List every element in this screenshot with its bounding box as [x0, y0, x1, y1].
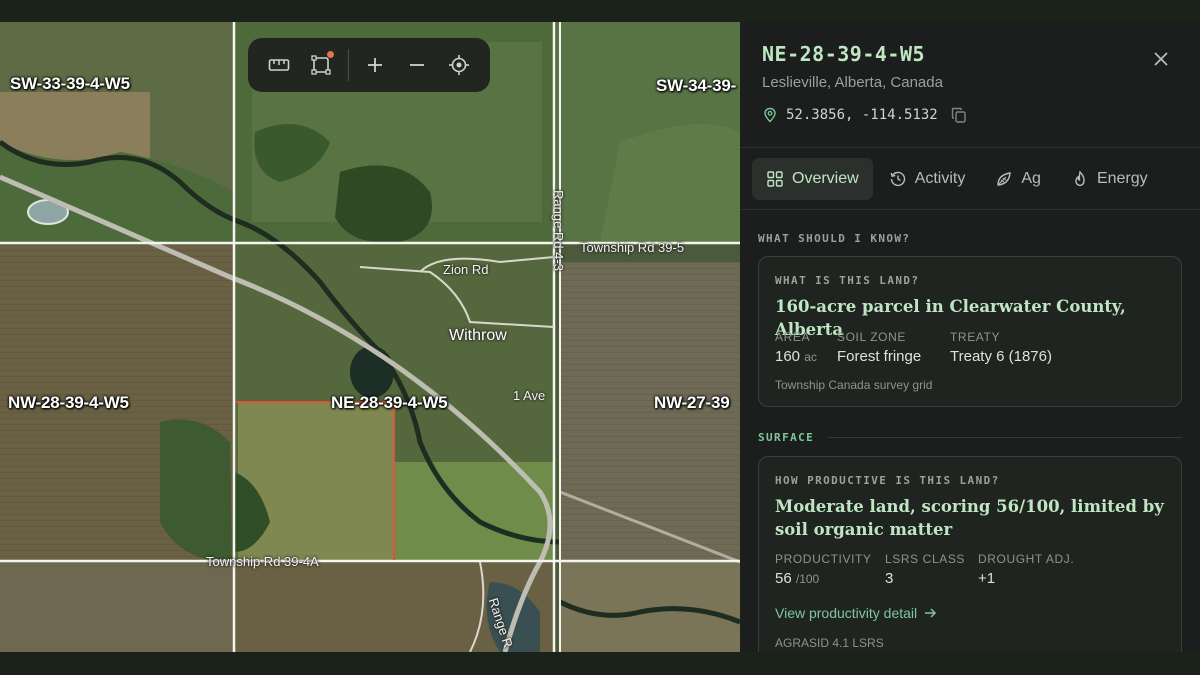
- panel-header: NE-28-39-4-W5 Leslieville, Alberta, Cana…: [740, 22, 1200, 148]
- productivity-card: HOW PRODUCTIVE IS THIS LAND? Moderate la…: [758, 456, 1182, 652]
- view-productivity-detail-link[interactable]: View productivity detail: [775, 605, 937, 621]
- tab-ag[interactable]: Ag: [981, 158, 1055, 200]
- close-icon[interactable]: [1150, 48, 1172, 70]
- stat-treaty: TREATY Treaty 6 (1876): [950, 330, 1052, 365]
- copy-icon[interactable]: [950, 106, 968, 124]
- panel-tabs: Overview Activity Ag Energy: [752, 158, 1192, 200]
- zoom-in-button[interactable]: [355, 44, 397, 86]
- parcel-label-nw28[interactable]: NW-28-39-4-W5: [8, 393, 129, 413]
- tab-overview-label: Overview: [792, 170, 859, 187]
- stat-lsrs-class: LSRS CLASS 3: [885, 552, 965, 587]
- road-label-zion-rd: Zion Rd: [443, 262, 489, 277]
- leaf-icon: [997, 172, 1012, 186]
- grid-icon: [767, 171, 783, 187]
- stat-productivity: PRODUCTIVITY 56 /100: [775, 552, 872, 587]
- stat-number: 160: [775, 348, 801, 365]
- ruler-icon: [268, 59, 290, 71]
- section-heading-surface: SURFACE: [758, 431, 815, 444]
- stat-soil-zone: SOIL ZONE Forest fringe: [837, 330, 921, 365]
- tab-activity-label: Activity: [914, 170, 966, 187]
- stat-value: 160 ac: [775, 348, 817, 365]
- measure-button[interactable]: [258, 44, 300, 86]
- road-label-1-ave: 1 Ave: [513, 388, 546, 403]
- map-toolbar: [248, 38, 490, 92]
- draw-area-button[interactable]: [300, 44, 342, 86]
- stat-label: TREATY: [950, 330, 1001, 344]
- parcel-label-nw27[interactable]: NW-27-39: [654, 393, 730, 413]
- locate-icon: [449, 55, 470, 75]
- card-question: WHAT IS THIS LAND?: [775, 274, 920, 287]
- parcel-location: Leslieville, Alberta, Canada: [762, 74, 943, 91]
- section-rule: [828, 437, 1182, 438]
- stat-unit: /100: [795, 572, 820, 586]
- tab-ag-label: Ag: [1021, 170, 1041, 187]
- stat-value: 56 /100: [775, 570, 872, 587]
- land-summary-card: WHAT IS THIS LAND? 160-acre parcel in Cl…: [758, 256, 1182, 407]
- notification-dot: [326, 51, 334, 58]
- coordinates-text: 52.3856, -114.5132: [786, 107, 938, 123]
- map-pin-icon: [764, 107, 776, 123]
- arrow-right-icon: [925, 608, 937, 618]
- history-icon: [890, 171, 905, 187]
- stat-label: SOIL ZONE: [837, 330, 906, 344]
- section-heading-what-should-i-know: WHAT SHOULD I KNOW?: [758, 232, 911, 245]
- stat-unit: ac: [804, 350, 817, 364]
- zoom-out-icon: [410, 64, 425, 66]
- stat-label: DROUGHT ADJ.: [978, 552, 1075, 566]
- toolbar-divider: [347, 49, 349, 81]
- road-label-township-39-5: Township Rd 39-5: [580, 240, 685, 255]
- tabs-divider: [740, 209, 1200, 210]
- card-question: HOW PRODUCTIVE IS THIS LAND?: [775, 474, 1000, 487]
- coordinates-row: 52.3856, -114.5132: [762, 106, 968, 124]
- satellite-map[interactable]: SW-33-39-4-W5 SW-34-39- NW-28-39-4-W5 NE…: [0, 22, 740, 652]
- tab-activity[interactable]: Activity: [875, 158, 980, 200]
- zoom-in-icon: [368, 58, 383, 72]
- stat-number: 56: [775, 570, 792, 587]
- parcel-label-sw34[interactable]: SW-34-39-: [656, 76, 736, 96]
- stat-value: Forest fringe: [837, 348, 922, 365]
- parcel-label-ne28[interactable]: NE-28-39-4-W5: [331, 393, 448, 413]
- tab-energy[interactable]: Energy: [1057, 158, 1162, 200]
- tab-overview[interactable]: Overview: [752, 158, 873, 200]
- card-source-note: AGRASID 4.1 LSRS: [775, 636, 884, 650]
- road-label-township-39-4a: Township Rd 39-4A: [206, 554, 319, 569]
- stat-value: Treaty 6 (1876): [950, 348, 1052, 365]
- app-frame: SW-33-39-4-W5 SW-34-39- NW-28-39-4-W5 NE…: [0, 22, 1200, 652]
- road-label-range-rd-4-3: Range Rd 4-3: [551, 190, 566, 271]
- stat-value: 3: [885, 570, 894, 587]
- parcel-label-sw33[interactable]: SW-33-39-4-W5: [10, 74, 130, 94]
- stat-value: +1: [978, 570, 996, 587]
- stat-area: AREA 160 ac: [775, 330, 817, 365]
- stat-drought-adj: DROUGHT ADJ. +1: [978, 552, 1074, 587]
- parcel-title: NE-28-39-4-W5: [762, 42, 926, 66]
- tab-energy-label: Energy: [1096, 170, 1148, 187]
- stat-label: AREA: [775, 330, 811, 344]
- locate-button[interactable]: [438, 44, 480, 86]
- card-source-note: Township Canada survey grid: [775, 378, 933, 392]
- stat-label: LSRS CLASS: [885, 552, 966, 566]
- parcel-detail-panel: NE-28-39-4-W5 Leslieville, Alberta, Cana…: [740, 22, 1200, 652]
- card-headline: Moderate land, scoring 56/100, limited b…: [775, 497, 1164, 539]
- map-imagery: [0, 22, 740, 652]
- zoom-out-button[interactable]: [396, 44, 438, 86]
- link-label: View productivity detail: [775, 605, 918, 621]
- flame-icon: [1075, 170, 1085, 187]
- stat-label: PRODUCTIVITY: [775, 552, 872, 566]
- place-label-withrow: Withrow: [449, 327, 507, 344]
